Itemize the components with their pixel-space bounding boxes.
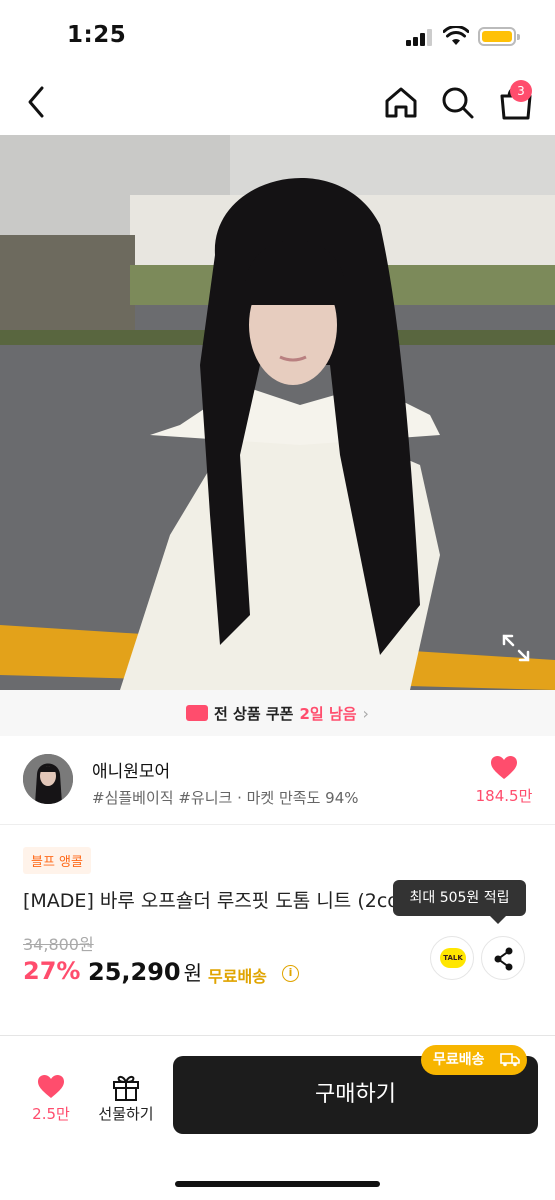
top-nav — [0, 70, 555, 135]
battery-icon — [478, 27, 520, 46]
coupon-icon — [186, 705, 209, 721]
store-tags: #심플베이직 #유니크 · 마켓 만족도 94% — [92, 789, 359, 807]
section-divider — [0, 1035, 555, 1036]
sale-price-value: 25,290 — [88, 958, 181, 986]
sale-price: 25,290 원 — [88, 957, 202, 986]
product-image[interactable] — [0, 135, 555, 690]
like-count: 2.5만 — [32, 1105, 70, 1123]
points-tooltip: 최대 505원 적립 — [393, 880, 526, 924]
wifi-icon — [443, 26, 469, 45]
heart-icon — [491, 756, 517, 779]
share-icon — [494, 947, 513, 971]
back-icon[interactable] — [18, 82, 58, 122]
share-button[interactable] — [481, 936, 525, 980]
store-row[interactable]: 애니원모어 #심플베이직 #유니크 · 마켓 만족도 94% 184.5만 — [0, 737, 555, 825]
discount-rate: 27% — [23, 957, 81, 985]
store-name[interactable]: 애니원모어 — [92, 757, 170, 782]
coupon-banner[interactable]: 전 상품 쿠폰 2일 남음 › — [0, 690, 555, 736]
home-indicator — [175, 1181, 380, 1187]
talk-icon: TALK — [440, 948, 466, 968]
free-shipping-label: 무료배송 — [208, 967, 267, 986]
expand-icon[interactable] — [500, 632, 532, 664]
truck-icon — [500, 1053, 520, 1067]
sale-price-unit: 원 — [183, 961, 203, 985]
coupon-days-left: 2일 남음 — [299, 704, 357, 723]
original-price: 34,800원 — [23, 935, 94, 954]
promo-badge: 블프 앵콜 — [23, 847, 91, 874]
home-icon[interactable] — [382, 82, 420, 122]
signal-icon — [406, 29, 434, 46]
gift-icon — [113, 1075, 139, 1101]
chevron-right-icon: › — [362, 703, 369, 723]
status-time: 1:25 — [67, 22, 127, 48]
info-icon[interactable]: i — [282, 965, 299, 982]
gift-label: 선물하기 — [98, 1105, 154, 1123]
kakao-talk-button[interactable]: TALK — [430, 936, 474, 980]
coupon-text: 전 상품 쿠폰 — [214, 704, 294, 723]
cart-count-badge: 3 — [510, 80, 532, 102]
heart-icon — [38, 1075, 64, 1098]
product-title: [MADE] 바루 오프숄더 루즈핏 도톰 니트 (2color) — [23, 890, 432, 912]
status-bar: 1:25 — [0, 0, 555, 70]
store-favorite-count: 184.5만 — [475, 787, 533, 805]
store-avatar[interactable] — [23, 754, 73, 804]
search-icon[interactable] — [439, 82, 477, 122]
